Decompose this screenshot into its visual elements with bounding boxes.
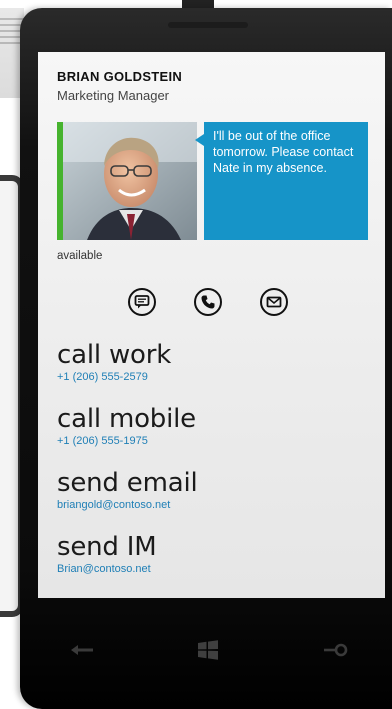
action-detail: briangold@contoso.net (57, 499, 171, 511)
action-detail: Brian@contoso.net (57, 563, 151, 575)
action-label: send email (57, 468, 198, 498)
contact-title: Marketing Manager (57, 88, 169, 103)
call-button[interactable] (194, 288, 222, 316)
phone-icon (201, 295, 215, 309)
presence-indicator (57, 122, 63, 240)
action-label: call mobile (57, 404, 196, 434)
status-message-bubble: I'll be out of the office tomorrow. Plea… (195, 122, 368, 240)
start-button[interactable] (188, 636, 228, 664)
message-button[interactable] (128, 288, 156, 316)
search-icon (324, 643, 348, 657)
availability-status: available (57, 250, 103, 262)
email-icon (266, 296, 282, 308)
contact-actions: call work +1 (206) 555-2579 call mobile … (57, 340, 367, 596)
action-detail: +1 (206) 555-1975 (57, 435, 148, 447)
action-detail: +1 (206) 555-2579 (57, 371, 148, 383)
scene: BRIAN GOLDSTEIN Marketing Manager I'll b… (0, 0, 392, 709)
contact-photo[interactable] (57, 122, 197, 240)
hardware-buttons (38, 630, 385, 670)
back-button[interactable] (62, 636, 102, 664)
call-work-action[interactable]: call work +1 (206) 555-2579 (57, 340, 367, 404)
contact-photo-image (57, 122, 197, 240)
message-icon (134, 295, 150, 309)
call-mobile-action[interactable]: call mobile +1 (206) 555-1975 (57, 404, 367, 468)
quick-actions (128, 288, 308, 318)
action-label: send IM (57, 532, 157, 562)
email-button[interactable] (260, 288, 288, 316)
send-im-action[interactable]: send IM Brian@contoso.net (57, 532, 367, 596)
contact-card-screen: BRIAN GOLDSTEIN Marketing Manager I'll b… (38, 52, 385, 598)
windows-logo-icon (198, 640, 218, 660)
contact-name: BRIAN GOLDSTEIN (57, 69, 183, 84)
send-email-action[interactable]: send email briangold@contoso.net (57, 468, 367, 532)
search-button[interactable] (316, 636, 356, 664)
status-message: I'll be out of the office tomorrow. Plea… (213, 129, 354, 175)
back-arrow-icon (71, 645, 93, 655)
action-label: call work (57, 340, 172, 370)
